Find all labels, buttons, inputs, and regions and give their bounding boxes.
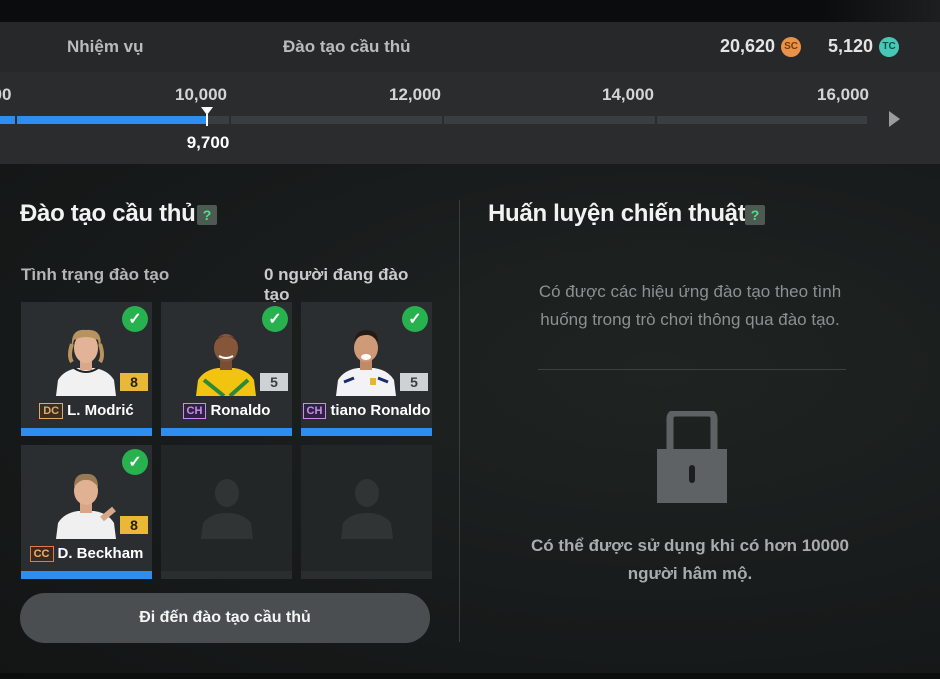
training-status-label: Tình trạng đào tạo	[21, 265, 170, 284]
player-name: tiano Ronaldo	[330, 402, 431, 419]
tactics-unlock-requirement: Có thể được sử dụng khi có hơn 10000 ngư…	[530, 536, 849, 583]
tab-player-training[interactable]: Đào tạo cầu thủ	[283, 37, 411, 57]
card-progress-bar	[21, 571, 152, 579]
training-title: Đào tạo cầu thủ	[20, 200, 196, 227]
tactics-divider	[538, 369, 846, 370]
player-card-cristiano-ronaldo[interactable]: ✓ 5 CH tiano Ronaldo	[301, 302, 432, 436]
tab-missions[interactable]: Nhiệm vụ	[67, 37, 144, 57]
trained-check-icon: ✓	[262, 306, 288, 332]
empty-slot-silhouette-icon	[341, 479, 393, 539]
top-strip	[0, 0, 940, 22]
player-name: D. Beckham	[57, 545, 144, 562]
position-badge: DC	[39, 402, 64, 419]
player-name: Ronaldo	[210, 402, 271, 419]
training-help-icon[interactable]: ?	[197, 205, 217, 225]
currency-sc-value: 20,620	[720, 36, 776, 56]
player-level-badge: 8	[120, 516, 148, 534]
training-status-count: 0 người đang đào tạo	[264, 265, 409, 304]
section-divider	[459, 200, 460, 642]
player-name-row: CH Ronaldo	[161, 402, 292, 419]
player-card-beckham[interactable]: ✓ 8 CC D. Beckham	[21, 445, 152, 579]
player-portrait-icon	[336, 330, 396, 396]
currency-tc: 5,120 TC	[828, 36, 900, 57]
header-bar: Nhiệm vụ Đào tạo cầu thủ 20,620 SC 5,120…	[0, 22, 940, 72]
player-card-modric[interactable]: ✓ 8 DC L. Modrić	[21, 302, 152, 436]
position-badge: CH	[302, 402, 327, 419]
card-progress-bar	[301, 428, 432, 436]
trained-check-icon: ✓	[122, 306, 148, 332]
currency-sc: 20,620 SC	[720, 36, 802, 57]
empty-player-slot[interactable]	[301, 445, 432, 579]
progress-tick-label: 16,000	[817, 85, 869, 104]
player-name-row: CC D. Beckham	[21, 545, 152, 562]
progress-tick-label: 00	[0, 85, 12, 104]
current-progress-value: 9,700	[186, 133, 230, 152]
player-level-badge: 5	[260, 373, 288, 391]
progress-tick-label: 12,000	[389, 85, 441, 104]
trained-check-icon: ✓	[402, 306, 428, 332]
player-name-row: DC L. Modrić	[21, 402, 152, 419]
progress-fill	[0, 116, 207, 124]
trained-check-icon: ✓	[122, 449, 148, 475]
go-to-player-training-button[interactable]: Đi đến đào tạo cầu thủ	[20, 593, 430, 643]
scroll-right-arrow-icon[interactable]	[889, 111, 900, 127]
bottom-strip	[0, 673, 940, 679]
card-progress-bar	[161, 428, 292, 436]
player-name: L. Modrić	[67, 402, 134, 419]
player-portrait-icon	[56, 473, 116, 539]
player-level-badge: 8	[120, 373, 148, 391]
lock-icon	[657, 411, 727, 503]
tactics-description: Có được các hiệu ứng đào tạo theo tình h…	[538, 282, 842, 329]
tactics-help-icon[interactable]: ?	[745, 205, 765, 225]
progress-tick-label: 10,000	[175, 85, 227, 104]
progress-tick-label: 14,000	[602, 85, 654, 104]
player-name-row: CH tiano Ronaldo	[301, 402, 432, 419]
player-portrait-icon	[196, 334, 256, 396]
empty-slot-silhouette-icon	[201, 479, 253, 539]
tactics-title: Huấn luyện chiến thuật	[488, 200, 746, 227]
tc-coin-icon: TC	[879, 36, 900, 57]
currency-tc-value: 5,120	[828, 36, 874, 56]
player-level-badge: 5	[400, 373, 428, 391]
position-badge: CH	[182, 402, 207, 419]
sc-coin-icon: SC	[781, 36, 802, 57]
fan-progress-bar: 00 10,000 12,000 14,000 16,000 9,700	[0, 72, 940, 164]
empty-player-slot[interactable]	[161, 445, 292, 579]
card-progress-bar	[21, 428, 152, 436]
position-badge: CC	[29, 545, 54, 562]
player-portrait-icon	[56, 329, 116, 396]
player-card-ronaldo[interactable]: ✓ 5 CH Ronaldo	[161, 302, 292, 436]
